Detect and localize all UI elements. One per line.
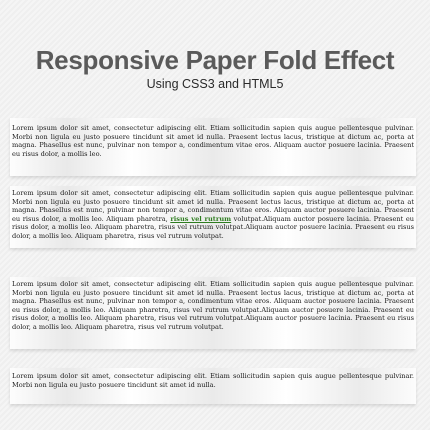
paper-fold-panel-1: Lorem ipsum dolor sit amet, consectetur … — [10, 118, 416, 176]
page-subtitle: Using CSS3 and HTML5 — [146, 77, 284, 91]
panel-text: Lorem ipsum dolor sit amet, consectetur … — [12, 124, 414, 158]
panel-text: Lorem ipsum dolor sit amet, consectetur … — [12, 372, 414, 389]
page-title: Responsive Paper Fold Effect — [35, 45, 395, 76]
risus-vel-rutrum-link[interactable]: risus vel rutrum — [170, 215, 231, 223]
paper-fold-panel-4: Lorem ipsum dolor sit amet, consectetur … — [10, 368, 416, 404]
page: Responsive Paper Fold Effect Using CSS3 … — [0, 0, 430, 430]
panel-text: Lorem ipsum dolor sit amet, consectetur … — [12, 189, 414, 241]
paper-fold-panel-3: Lorem ipsum dolor sit amet, consectetur … — [10, 277, 416, 349]
panel-text: Lorem ipsum dolor sit amet, consectetur … — [12, 280, 414, 331]
paper-fold-panel-2: Lorem ipsum dolor sit amet, consectetur … — [10, 186, 416, 248]
